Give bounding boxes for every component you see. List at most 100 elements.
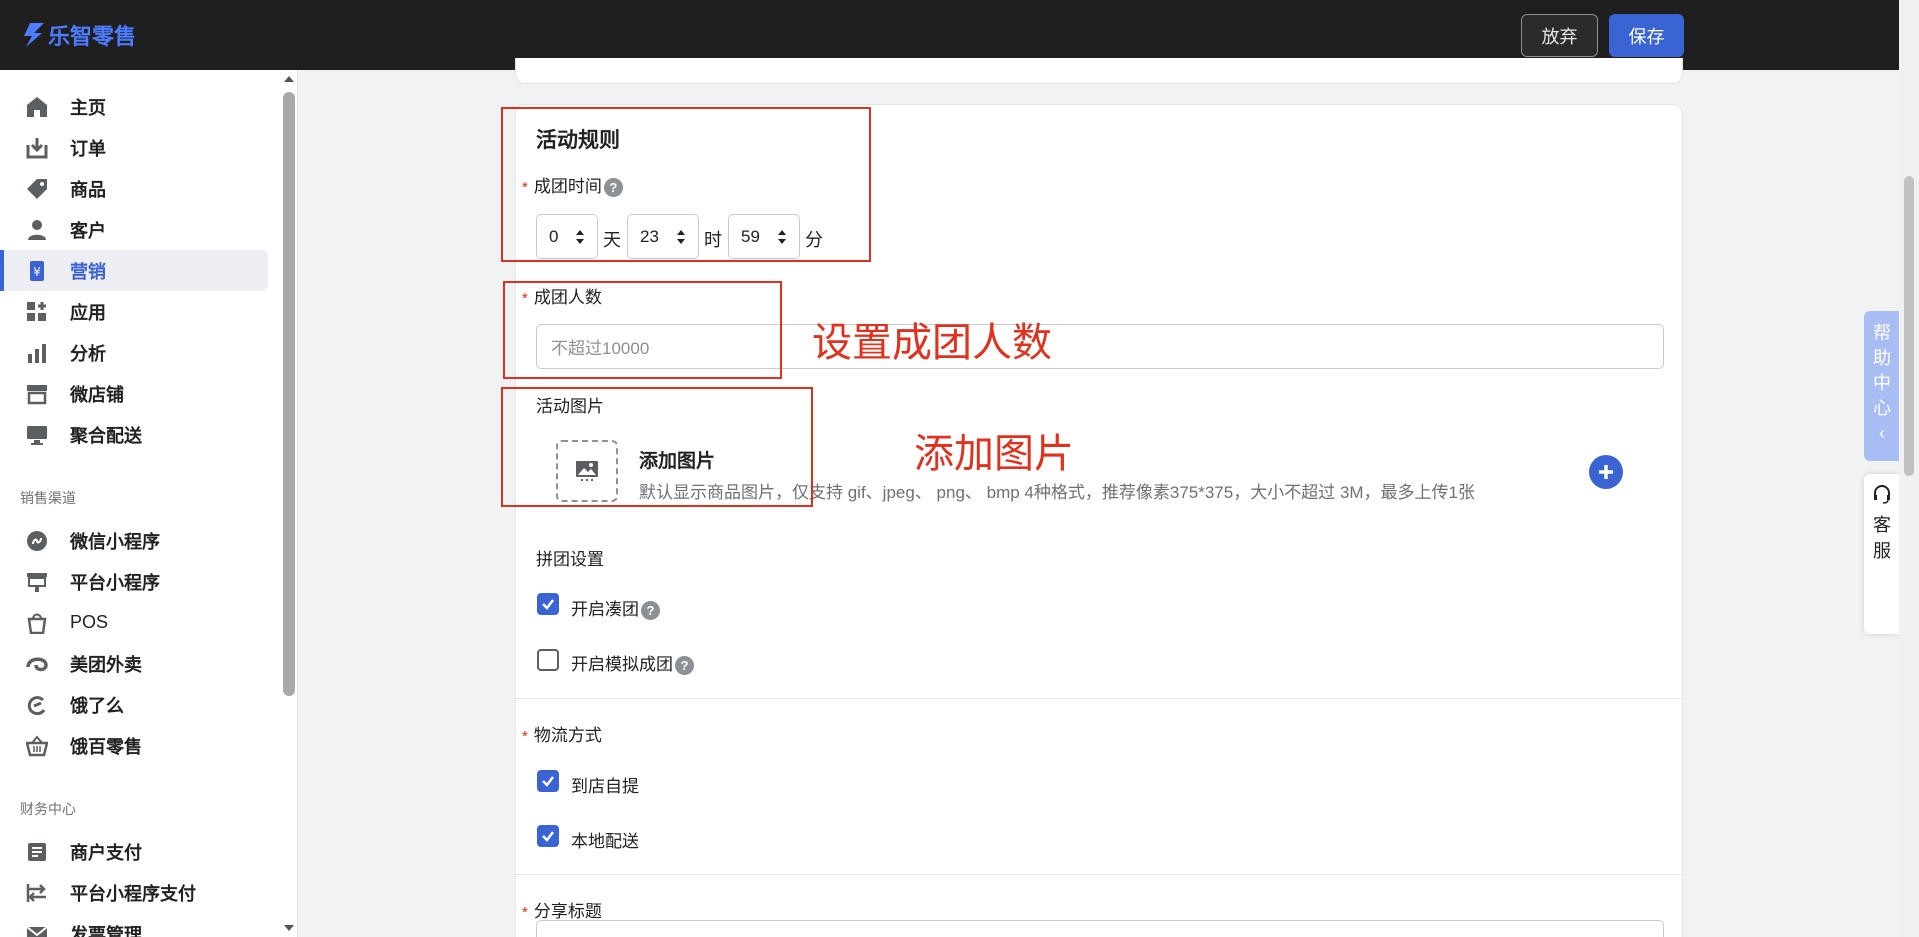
annotation-text-add-image: 添加图片 (914, 432, 1074, 476)
sidebar-item-merchant-pay[interactable]: 商户支付 (0, 831, 268, 872)
basket-icon (24, 733, 50, 759)
page-scroll-thumb[interactable] (1904, 176, 1914, 476)
save-button[interactable]: 保存 (1609, 14, 1684, 57)
pickup-label: 到店自提 (571, 777, 639, 796)
wechat-miniapp-icon (24, 528, 50, 554)
sidebar-item-label: 订单 (70, 138, 106, 159)
sidebar-item-orders[interactable]: 订单 (0, 127, 268, 168)
sidebar-item-marketing[interactable]: ¥ 营销 (0, 250, 268, 291)
sidebar-item-label: 商品 (70, 179, 106, 200)
scroll-up-arrow-icon[interactable] (284, 76, 294, 82)
sidebar-item-home[interactable]: 主页 (0, 86, 268, 127)
logistics-label: * 物流方式 (522, 721, 602, 746)
help-icon[interactable]: ? (675, 656, 694, 676)
help-icon[interactable]: ? (641, 601, 660, 621)
invoice-icon (24, 921, 50, 937)
tag-icon (24, 176, 50, 202)
sidebar-item-label: 应用 (70, 302, 106, 323)
group-settings-label: 拼团设置 (536, 550, 604, 569)
check-icon (542, 599, 554, 610)
sidebar-item-label: 主页 (70, 97, 106, 118)
chevron-left-icon: ‹ (1879, 423, 1885, 443)
pos-bag-icon (24, 610, 50, 636)
sidebar-item-analytics[interactable]: 分析 (0, 332, 268, 373)
help-center-char: 帮 (1873, 323, 1891, 343)
divider (516, 874, 1683, 875)
sidebar-item-label: 平台小程序 (70, 572, 160, 593)
payment-icon (24, 839, 50, 865)
sidebar: 主页 订单 商品 客户 ¥ 营销 应用 分析 微店铺 聚合配送 销售渠道 微信小… (0, 70, 298, 937)
service-char: 客 (1873, 515, 1891, 535)
svg-text:¥: ¥ (33, 265, 41, 279)
sidebar-item-apps[interactable]: 应用 (0, 291, 268, 332)
sidebar-item-label: 饿了么 (70, 695, 124, 716)
sidebar-scroll-thumb[interactable] (283, 92, 295, 696)
scroll-down-arrow-icon[interactable] (284, 925, 294, 931)
help-center-char: 心 (1873, 398, 1891, 418)
marketing-icon: ¥ (24, 258, 50, 284)
sidebar-item-ebai[interactable]: 饿百零售 (0, 725, 268, 766)
section-title-channels: 销售渠道 (20, 490, 76, 506)
required-mark: * (522, 728, 528, 745)
sidebar-item-meituan[interactable]: 美团外卖 (0, 643, 268, 684)
enable-mock-checkbox[interactable] (537, 649, 559, 671)
share-title-input[interactable] (536, 920, 1664, 937)
sidebar-item-invoice[interactable]: 发票管理 (0, 913, 268, 937)
help-center-tab[interactable]: 帮 助 中 心 ‹ (1864, 311, 1900, 461)
app-logo[interactable]: 乐智零售 (22, 20, 136, 50)
apps-icon (24, 299, 50, 325)
logistics-text: 物流方式 (533, 726, 602, 745)
enable-gather-text: 开启凑团 (571, 600, 639, 619)
annotation-box-image (501, 387, 813, 507)
sidebar-item-platform-pay[interactable]: 平台小程序支付 (0, 872, 268, 913)
share-title-text: 分享标题 (533, 902, 602, 921)
sidebar-item-customers[interactable]: 客户 (0, 209, 268, 250)
sidebar-item-delivery[interactable]: 聚合配送 (0, 414, 268, 455)
chart-icon (24, 340, 50, 366)
sidebar-item-label: 美团外卖 (70, 654, 142, 675)
sidebar-item-label: 发票管理 (70, 924, 142, 937)
sidebar-item-label: POS (70, 612, 109, 632)
share-title-label: * 分享标题 (522, 897, 602, 922)
enable-mock-label: 开启模拟成团? (571, 650, 694, 676)
required-mark: * (522, 904, 528, 921)
sidebar-item-store[interactable]: 微店铺 (0, 373, 268, 414)
sidebar-item-label: 分析 (70, 343, 106, 364)
platform-miniapp-icon (24, 569, 50, 595)
sidebar-item-eleme[interactable]: 饿了么 (0, 684, 268, 725)
order-icon (24, 135, 50, 161)
user-icon (24, 217, 50, 243)
enable-gather-checkbox[interactable] (537, 593, 559, 615)
section-title-finance: 财务中心 (20, 801, 76, 817)
sidebar-item-platform-miniapp[interactable]: 平台小程序 (0, 561, 268, 602)
customer-service-tab[interactable]: 客 服 (1864, 474, 1900, 634)
annotation-text-group-size: 设置成团人数 (812, 321, 1052, 365)
headset-icon (1874, 485, 1890, 504)
sidebar-item-label: 商户支付 (70, 842, 142, 863)
sidebar-item-label: 平台小程序支付 (70, 883, 196, 904)
logo-icon (24, 23, 44, 47)
previous-card (515, 58, 1683, 84)
add-image-button[interactable] (1589, 455, 1623, 489)
eleme-icon (24, 692, 50, 718)
sidebar-item-label: 微店铺 (70, 384, 124, 405)
annotation-box-group-time (501, 107, 871, 262)
sidebar-item-pos[interactable]: POS (0, 602, 268, 643)
sidebar-item-products[interactable]: 商品 (0, 168, 268, 209)
page-scrollbar[interactable] (1899, 0, 1919, 937)
pickup-checkbox[interactable] (537, 770, 559, 792)
local-delivery-checkbox[interactable] (537, 825, 559, 847)
discard-button[interactable]: 放弃 (1521, 14, 1598, 57)
sidebar-item-label: 营销 (70, 261, 106, 282)
service-char: 服 (1873, 541, 1891, 561)
sidebar-scrollbar[interactable] (280, 70, 298, 937)
help-center-char: 中 (1873, 373, 1891, 393)
meituan-icon (24, 651, 50, 677)
home-icon (24, 94, 50, 120)
sidebar-item-wechat-miniapp[interactable]: 微信小程序 (0, 520, 268, 561)
sidebar-item-label: 客户 (70, 220, 106, 241)
check-icon (542, 776, 554, 787)
delivery-icon (24, 422, 50, 448)
logo-text: 乐智零售 (48, 24, 137, 49)
sidebar-item-label: 聚合配送 (70, 425, 142, 446)
